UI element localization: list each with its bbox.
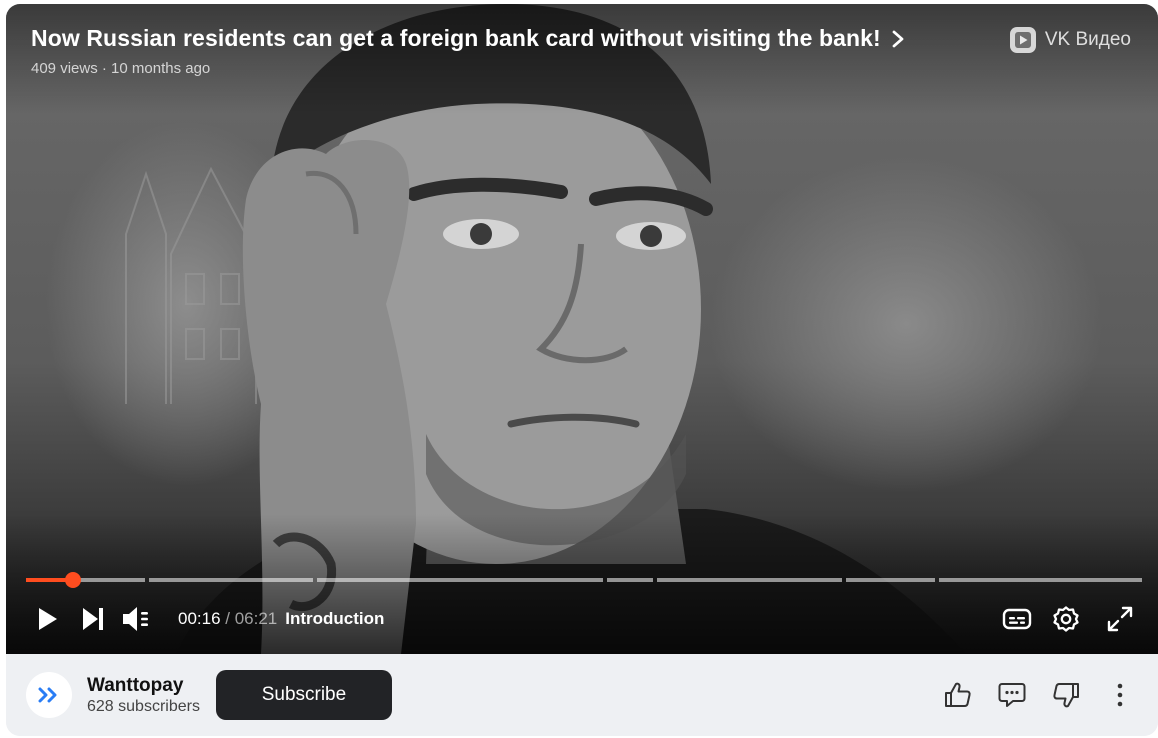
time-separator: /	[220, 609, 235, 628]
brand-label: VK Видео	[1044, 29, 1131, 50]
duration: 06:21	[234, 609, 278, 628]
subscriber-count: 628 subscribers	[87, 697, 200, 715]
volume-icon	[123, 607, 148, 631]
video-card: Now Russian residents can get a foreign …	[6, 4, 1158, 736]
chapter-segment[interactable]	[149, 578, 313, 582]
chapter-segment[interactable]	[317, 578, 603, 582]
volume-button[interactable]	[120, 604, 152, 634]
thumbs-up-icon	[945, 682, 971, 707]
time-display: 00:16 / 06:21	[178, 609, 277, 629]
video-actions	[942, 679, 1136, 711]
like-button[interactable]	[942, 679, 974, 711]
more-button[interactable]	[1104, 679, 1136, 711]
subscribe-button[interactable]: Subscribe	[215, 670, 392, 720]
chapter-segment[interactable]	[607, 578, 653, 582]
next-icon	[83, 608, 103, 630]
fullscreen-icon	[1107, 606, 1133, 632]
subtitles-button[interactable]	[1002, 607, 1032, 631]
video-player[interactable]: Now Russian residents can get a foreign …	[6, 4, 1158, 654]
vk-video-logo-icon	[1009, 27, 1036, 53]
channel-name[interactable]: Wanttopay	[87, 675, 200, 697]
chapter-segment[interactable]	[939, 578, 1142, 582]
vk-video-brand[interactable]: VK Видео	[1009, 26, 1131, 54]
current-time: 00:16	[178, 609, 221, 628]
video-title-link[interactable]: Now Russian residents can get a foreign …	[31, 25, 905, 52]
chapter-segment[interactable]	[846, 578, 935, 582]
settings-button[interactable]	[1052, 605, 1080, 633]
subtitles-icon	[1002, 608, 1032, 630]
fullscreen-button[interactable]	[1106, 605, 1134, 633]
chapter-segment[interactable]	[657, 578, 842, 582]
video-title[interactable]: Now Russian residents can get a foreign …	[31, 25, 881, 52]
chevron-right-icon[interactable]	[891, 29, 905, 49]
next-button[interactable]	[80, 606, 106, 632]
channel-bar: Wanttopay 628 subscribers Subscribe	[6, 654, 1158, 736]
thumbs-down-icon	[1053, 683, 1079, 708]
comment-icon	[998, 683, 1026, 707]
dislike-button[interactable]	[1050, 679, 1082, 711]
channel-info: Wanttopay 628 subscribers	[87, 675, 200, 716]
settings-icon	[1053, 606, 1079, 632]
progress-bar[interactable]	[26, 572, 1142, 588]
comments-button[interactable]	[996, 679, 1028, 711]
player-controls: 00:16 / 06:21 Introduction	[36, 602, 1134, 636]
play-button[interactable]	[36, 606, 60, 632]
chapter-title[interactable]: Introduction	[285, 609, 384, 629]
play-icon	[39, 608, 57, 630]
top-gradient	[6, 4, 1158, 114]
avatar[interactable]	[26, 672, 72, 718]
video-meta: 409 views · 10 months ago	[31, 60, 211, 77]
double-chevron-icon	[38, 687, 57, 703]
progress-scrubber[interactable]	[65, 572, 81, 588]
more-icon	[1117, 683, 1123, 707]
